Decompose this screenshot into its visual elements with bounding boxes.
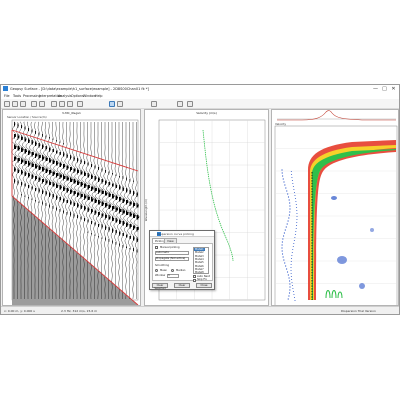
- median-label: Median: [176, 268, 186, 272]
- zoom-out-icon[interactable]: [59, 101, 65, 107]
- pick-icon[interactable]: [77, 101, 83, 107]
- skip-fix-checkbox[interactable]: [193, 278, 196, 282]
- velocity-histogram: [277, 110, 396, 121]
- manual-picking-label: Manual picking: [160, 245, 180, 249]
- cursor-icon[interactable]: [117, 101, 123, 107]
- save-icon[interactable]: [12, 101, 18, 107]
- title-bar: Geopsy Surface - [D:\data\example\h1_sur…: [1, 85, 399, 93]
- pan-icon[interactable]: [67, 101, 73, 107]
- automatic-label: Automatic: [156, 251, 170, 254]
- seismic-record-panel: V-MC_0&gs1 Sensor Location / Source(m): [2, 109, 141, 306]
- smoothing-label: Smoothing: [155, 264, 170, 267]
- mean-label: Mean: [160, 268, 168, 272]
- open-icon[interactable]: [4, 101, 10, 107]
- dialog-title: Dispersion curve picking: [157, 232, 194, 236]
- app-icon: [3, 86, 8, 91]
- dialog-titlebar: Dispersion curve picking: [150, 231, 214, 237]
- toolbar: [1, 99, 399, 109]
- clear-button[interactable]: Clear: [174, 283, 190, 288]
- clear-selected-button[interactable]: Clear Selected: [152, 283, 168, 290]
- status-bar: x: 0.00 m, y: 0.000 s 2.3 Hz, 312 m/s, 1…: [1, 306, 399, 314]
- close-button[interactable]: ✕: [389, 85, 398, 93]
- fk-spectrum-panel: Velocity: [271, 109, 399, 306]
- undo-icon[interactable]: [31, 101, 37, 107]
- window-label: Window: [155, 274, 166, 277]
- dialog-body: Manual picking Automatic Propagate (Not …: [152, 243, 213, 282]
- manual-picking-checkbox[interactable]: [155, 246, 158, 249]
- window-title: Geopsy Surface - [D:\data\example\h1_sur…: [10, 87, 149, 91]
- propagate-label: Propagate (Not active): [156, 257, 186, 260]
- seismic-plot[interactable]: [3, 110, 141, 306]
- settings-icon[interactable]: [187, 101, 193, 107]
- application-window: Geopsy Surface - [D:\data\example\h1_sur…: [0, 84, 400, 315]
- status-right: Dispersion Trial Version: [341, 309, 376, 313]
- status-cursor: x: 0.00 m, y: 0.000 s: [4, 309, 35, 313]
- mean-radio[interactable]: [155, 269, 158, 272]
- status-readout: 2.3 Hz, 312 m/s, 15.6 m: [61, 309, 98, 313]
- zoom-in-icon[interactable]: [51, 101, 57, 107]
- print-icon[interactable]: [20, 101, 26, 107]
- maximize-button[interactable]: □: [380, 85, 389, 93]
- color-icon[interactable]: [177, 101, 183, 107]
- skip-fix-label: Skip Fix: [197, 278, 207, 281]
- median-radio[interactable]: [171, 269, 174, 272]
- redo-icon[interactable]: [39, 101, 45, 107]
- model-list[interactable]: Model1 Model2 Model3 Model4 Model5 Model…: [193, 247, 209, 274]
- minimize-button[interactable]: —: [371, 85, 380, 93]
- close-dialog-button[interactable]: Close: [196, 283, 212, 288]
- spectrum-plot[interactable]: [272, 110, 399, 306]
- select-icon[interactable]: [109, 101, 115, 107]
- picking-dialog: Dispersion curve picking Picking View Ma…: [149, 230, 215, 290]
- grid-icon[interactable]: [151, 101, 157, 107]
- window-value: 3: [168, 274, 170, 277]
